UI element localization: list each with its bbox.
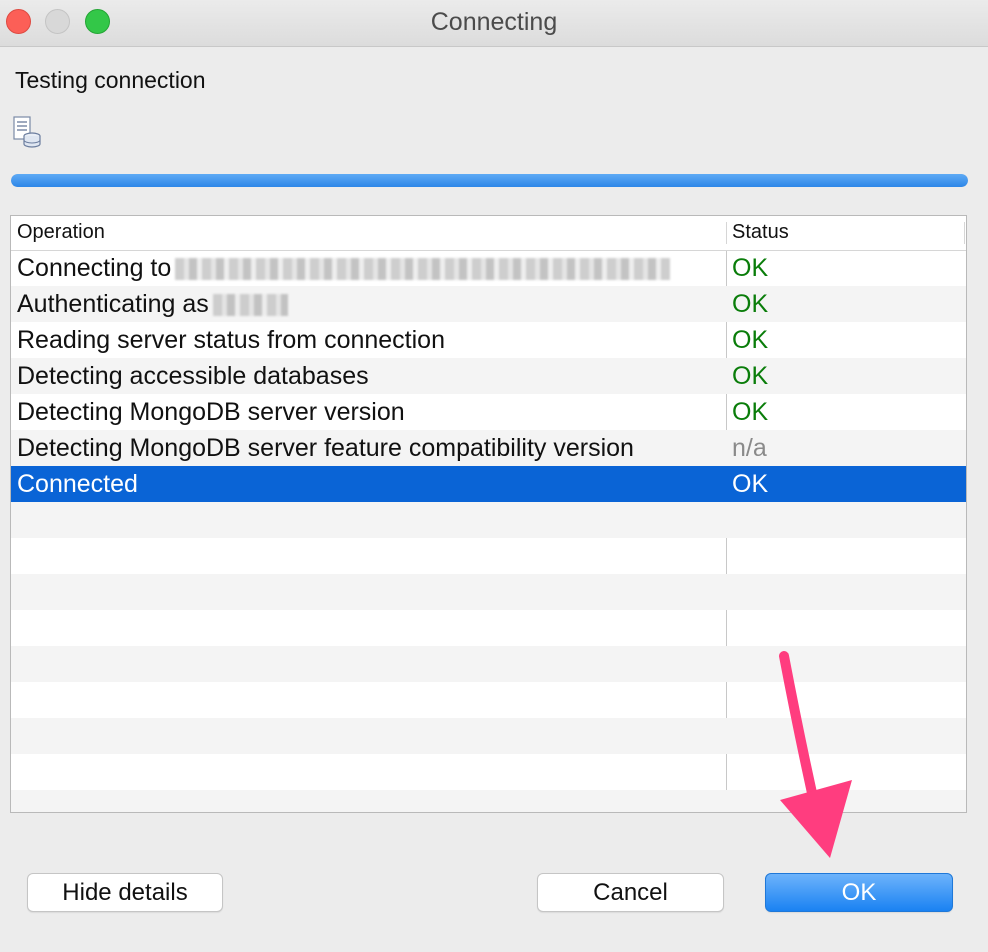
- progress-bar: [11, 174, 968, 187]
- database-icon: [13, 116, 41, 148]
- status-cell: OK: [732, 290, 769, 318]
- operation-cell: Connecting to: [17, 254, 671, 283]
- operation-cell: Reading server status from connection: [17, 326, 445, 355]
- table-row[interactable]: Detecting MongoDB server version OK: [11, 394, 966, 430]
- progress-fill: [11, 174, 968, 187]
- operation-text: Authenticating as: [17, 290, 209, 318]
- operation-text: Detecting MongoDB server feature compati…: [17, 434, 634, 462]
- cancel-button[interactable]: Cancel: [537, 873, 724, 912]
- table-header: Operation Status: [11, 216, 966, 251]
- empty-table-row: [11, 538, 966, 574]
- table-row[interactable]: Detecting MongoDB server feature compati…: [11, 430, 966, 466]
- hide-details-button[interactable]: Hide details: [27, 873, 223, 912]
- empty-table-row: [11, 574, 966, 610]
- status-cell: n/a: [732, 434, 767, 462]
- operation-cell: Detecting accessible databases: [17, 362, 369, 391]
- operation-text: Connected: [17, 470, 138, 498]
- status-cell: OK: [732, 326, 769, 354]
- operation-text: Detecting MongoDB server version: [17, 398, 405, 426]
- empty-table-row: [11, 610, 966, 646]
- window-titlebar: Connecting: [0, 0, 988, 47]
- operation-text: Reading server status from connection: [17, 326, 445, 354]
- header-separator: [726, 222, 727, 244]
- window-title: Connecting: [430, 8, 558, 36]
- table-row[interactable]: Connecting to OK: [11, 250, 966, 286]
- operation-cell: Detecting MongoDB server feature compati…: [17, 434, 634, 463]
- dialog-heading: Testing connection: [15, 67, 206, 93]
- empty-table-row: [11, 502, 966, 538]
- arrow-annotation-icon: [779, 651, 852, 858]
- redacted-value: [212, 294, 288, 317]
- status-cell: OK: [732, 470, 769, 498]
- table-row[interactable]: Reading server status from connection OK: [11, 322, 966, 358]
- header-separator: [964, 222, 965, 244]
- status-cell: OK: [732, 254, 769, 282]
- ok-button[interactable]: OK: [765, 873, 953, 912]
- status-cell: OK: [732, 362, 769, 390]
- table-row[interactable]: Connected OK: [11, 466, 966, 502]
- operation-cell: Authenticating as: [17, 290, 288, 319]
- operation-cell: Detecting MongoDB server version: [17, 398, 405, 427]
- table-row[interactable]: Authenticating as OK: [11, 286, 966, 322]
- operation-text: Detecting accessible databases: [17, 362, 369, 390]
- operation-text: Connecting to: [17, 254, 172, 282]
- column-header-status[interactable]: Status: [732, 221, 789, 244]
- operation-cell: Connected: [17, 470, 138, 499]
- column-header-operation[interactable]: Operation: [17, 221, 105, 244]
- redacted-value: [175, 258, 671, 281]
- table-row[interactable]: Detecting accessible databases OK: [11, 358, 966, 394]
- status-cell: OK: [732, 398, 769, 426]
